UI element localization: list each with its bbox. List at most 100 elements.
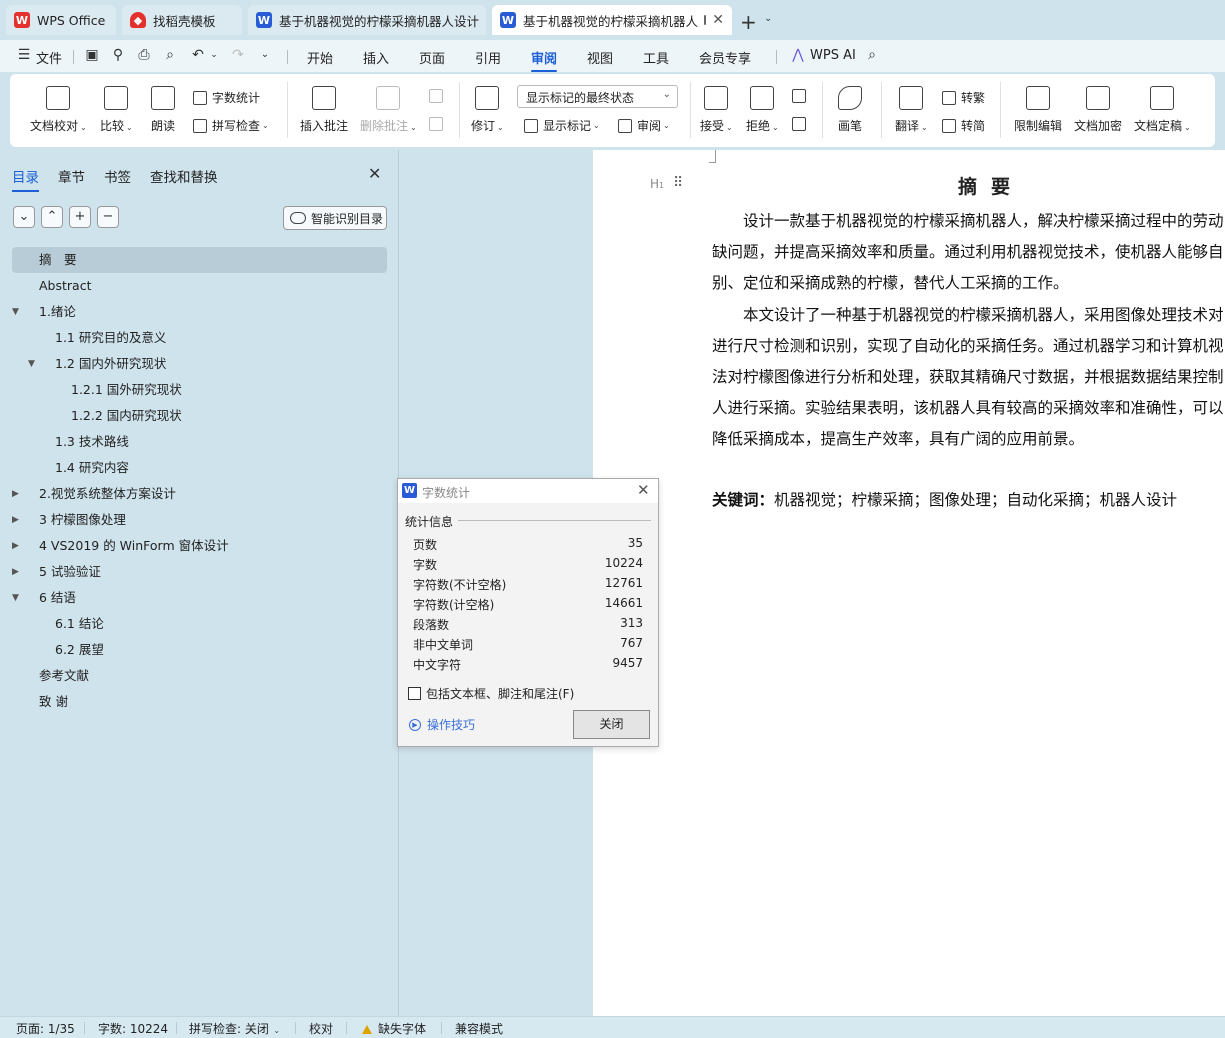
toc-item[interactable]: 1.4 研究内容 xyxy=(12,455,387,481)
tab-document-2[interactable]: W 基于机器视觉的柠檬采摘机器人 ✕ xyxy=(492,5,732,35)
prev-comment-icon[interactable] xyxy=(429,89,448,103)
toc-item[interactable]: 6.1 结论 xyxy=(12,611,387,637)
to-traditional-button[interactable]: 转繁 xyxy=(942,89,985,106)
status-proofread[interactable]: 校对 xyxy=(309,1020,333,1037)
encrypt-button[interactable]: 文档加密 xyxy=(1074,86,1122,134)
status-page[interactable]: 页面: 1/35 xyxy=(16,1020,75,1037)
toc-item[interactable]: 1.3 技术路线 xyxy=(12,429,387,455)
link-icon[interactable]: ⚲ xyxy=(110,47,126,63)
toc-item[interactable]: ▶ 5 试验验证 xyxy=(12,559,387,585)
toc-item[interactable]: ▶ 4 VS2019 的 WinForm 窗体设计 xyxy=(12,533,387,559)
finalize-button[interactable]: 文档定稿 ⌄ xyxy=(1134,86,1191,134)
read-aloud-button[interactable]: 朗读 xyxy=(151,86,175,134)
wps-ai-icon[interactable]: ⋀ xyxy=(790,47,806,63)
toc-item[interactable]: ▼ 1.绪论 xyxy=(12,299,387,325)
hamburger-icon[interactable]: ☰ xyxy=(16,47,32,63)
nav-tab-sections[interactable]: 章节 xyxy=(58,166,85,186)
close-icon[interactable]: ✕ xyxy=(706,12,724,28)
checkbox-box[interactable] xyxy=(408,687,421,700)
menu-file[interactable]: 文件 xyxy=(36,48,62,67)
chevron-down-icon[interactable]: ⌄ xyxy=(764,13,772,24)
include-textbox-checkbox[interactable]: 包括文本框、脚注和尾注(F) xyxy=(408,685,574,702)
compare-button[interactable]: 比较 ⌄ xyxy=(100,86,133,134)
prev-change-icon[interactable] xyxy=(792,89,811,103)
expand-arrow-icon[interactable]: ▼ xyxy=(28,351,35,377)
status-spell-check[interactable]: 拼写检查: 关闭 ⌄ xyxy=(189,1020,280,1037)
expand-up-button[interactable]: ⌃ xyxy=(41,206,63,228)
tips-link[interactable]: ▶ 操作技巧 xyxy=(409,716,475,733)
toc-item[interactable]: ▶ 2.视觉系统整体方案设计 xyxy=(12,481,387,507)
tab-docer-templates[interactable]: ◆ 找稻壳模板 xyxy=(122,5,242,35)
toc-item[interactable]: Abstract xyxy=(12,273,387,299)
nav-tab-find-replace[interactable]: 查找和替换 xyxy=(150,166,218,186)
show-markup-button[interactable]: 显示标记 ⌄ xyxy=(524,117,600,134)
toc-item[interactable]: 参考文献 xyxy=(12,663,387,689)
insert-comment-button[interactable]: 插入批注 xyxy=(300,86,348,134)
toc-item[interactable]: 6.2 展望 xyxy=(12,637,387,663)
menu-page[interactable]: 页面 xyxy=(419,48,445,67)
word-count-button[interactable]: 字数统计 xyxy=(193,89,260,106)
drag-handle-icon[interactable]: ⠿ xyxy=(673,175,683,191)
markup-state-select[interactable]: 显示标记的最终状态 ⌄ xyxy=(517,85,678,108)
toc-item[interactable]: 1.2.2 国内研究现状 xyxy=(12,403,387,429)
document-page[interactable]: H1 ⠿ 摘要 设计一款基于机器视觉的柠檬采摘机器人，解决柠檬采摘过程中的劳动 … xyxy=(593,150,1225,1016)
menu-wps-ai[interactable]: WPS AI xyxy=(810,48,856,63)
menu-tools[interactable]: 工具 xyxy=(643,48,669,67)
dialog-title-bar[interactable]: W 字数统计 ✕ xyxy=(398,479,658,503)
undo-icon[interactable]: ↶ xyxy=(190,47,206,63)
toc-item[interactable]: ▶ 3 柠檬图像处理 xyxy=(12,507,387,533)
doc-check-button[interactable]: 文档校对 ⌄ xyxy=(30,86,87,134)
accept-button[interactable]: 接受 ⌄ xyxy=(700,86,733,134)
next-comment-icon[interactable] xyxy=(429,117,448,131)
heading-marker-icon[interactable]: H1 xyxy=(650,177,664,191)
close-icon[interactable]: ✕ xyxy=(637,481,650,499)
track-changes-button[interactable]: 修订 ⌄ xyxy=(471,86,504,134)
collapse-arrow-icon[interactable]: ▶ xyxy=(12,559,19,585)
chevron-down-icon[interactable]: ⌄ xyxy=(206,47,222,63)
close-button[interactable]: 关闭 xyxy=(573,710,650,739)
reject-button[interactable]: 拒绝 ⌄ xyxy=(746,86,779,134)
print-icon[interactable]: ⎙ xyxy=(136,47,152,63)
nav-tab-bookmarks[interactable]: 书签 xyxy=(104,166,131,186)
menu-home[interactable]: 开始 xyxy=(307,48,333,67)
print-preview-icon[interactable]: ⌕ xyxy=(162,47,178,63)
tab-document-1[interactable]: W 基于机器视觉的柠檬采摘机器人设计 xyxy=(248,5,486,35)
menu-references[interactable]: 引用 xyxy=(475,48,501,67)
pen-button[interactable]: 画笔 xyxy=(838,86,862,134)
toc-item[interactable]: 1.2.1 国外研究现状 xyxy=(12,377,387,403)
spell-check-button[interactable]: 拼写检查 ⌄ xyxy=(193,117,269,134)
delete-comment-button[interactable]: 删除批注 ⌄ xyxy=(360,86,417,134)
remove-heading-button[interactable]: − xyxy=(97,206,119,228)
status-missing-font[interactable]: 缺失字体 xyxy=(362,1020,426,1037)
new-tab-icon[interactable]: + xyxy=(740,10,757,34)
review-pane-button[interactable]: 审阅 ⌄ xyxy=(618,117,670,134)
menu-view[interactable]: 视图 xyxy=(587,48,613,67)
toc-item[interactable]: ▼ 1.2 国内外研究现状 xyxy=(12,351,387,377)
nav-tab-toc[interactable]: 目录 xyxy=(12,166,39,192)
chevron-down-icon[interactable]: ⌄ xyxy=(257,47,273,63)
next-change-icon[interactable] xyxy=(792,117,811,131)
collapse-arrow-icon[interactable]: ▶ xyxy=(12,533,19,559)
restrict-edit-button[interactable]: 限制编辑 xyxy=(1014,86,1062,134)
add-heading-button[interactable]: + xyxy=(69,206,91,228)
menu-review[interactable]: 审阅 xyxy=(531,48,558,72)
toc-item[interactable]: 致 谢 xyxy=(12,689,387,715)
status-word-count[interactable]: 字数: 10224 xyxy=(98,1020,168,1037)
menu-insert[interactable]: 插入 xyxy=(363,48,389,67)
status-compat-mode[interactable]: 兼容模式 xyxy=(455,1020,503,1037)
expand-arrow-icon[interactable]: ▼ xyxy=(12,585,19,611)
close-icon[interactable]: ✕ xyxy=(368,164,381,183)
toc-item[interactable]: ▼ 6 结语 xyxy=(12,585,387,611)
save-icon[interactable]: ▣ xyxy=(84,47,100,63)
translate-button[interactable]: 翻译 ⌄ xyxy=(895,86,928,134)
toc-item[interactable]: 摘 要 xyxy=(12,247,387,273)
collapse-all-button[interactable]: ⌄ xyxy=(13,206,35,228)
tab-wps-office[interactable]: W WPS Office xyxy=(6,5,116,35)
collapse-arrow-icon[interactable]: ▶ xyxy=(12,481,19,507)
collapse-arrow-icon[interactable]: ▶ xyxy=(12,507,19,533)
smart-toc-button[interactable]: 智能识别目录 xyxy=(283,206,387,230)
search-icon[interactable]: ⌕ xyxy=(864,47,880,63)
toc-item[interactable]: 1.1 研究目的及意义 xyxy=(12,325,387,351)
expand-arrow-icon[interactable]: ▼ xyxy=(12,299,19,325)
redo-icon[interactable]: ↷ xyxy=(230,47,246,63)
